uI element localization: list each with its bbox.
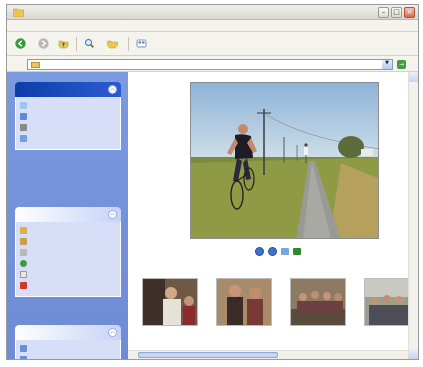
rename-icon xyxy=(20,227,27,234)
thumbnail-image xyxy=(290,278,346,326)
thumbnail-strip xyxy=(142,278,418,348)
task-item[interactable] xyxy=(20,134,116,142)
forward-button[interactable] xyxy=(36,36,51,52)
panel-body xyxy=(15,222,121,297)
order-prints-icon xyxy=(20,113,27,120)
menu-bar xyxy=(7,20,418,32)
task-item[interactable] xyxy=(20,270,116,278)
title-bar[interactable]: – □ × xyxy=(7,5,418,20)
back-arrow-icon xyxy=(15,38,26,49)
file-tasks-header[interactable]: ︿ xyxy=(15,207,121,222)
search-button[interactable] xyxy=(82,36,100,52)
task-item[interactable] xyxy=(20,226,116,234)
minimize-button[interactable]: – xyxy=(378,7,389,18)
next-image-button[interactable] xyxy=(268,247,277,256)
task-item[interactable] xyxy=(20,112,116,120)
print-icon xyxy=(20,124,27,131)
maximize-button[interactable]: □ xyxy=(391,7,402,18)
details-item xyxy=(20,355,116,359)
close-button[interactable]: × xyxy=(404,7,415,18)
panel-body xyxy=(15,97,121,150)
preview-image xyxy=(190,82,379,239)
forward-arrow-icon xyxy=(38,38,49,49)
task-item[interactable] xyxy=(20,237,116,245)
folders-button[interactable] xyxy=(105,36,123,52)
slideshow-icon xyxy=(20,102,27,109)
file-tasks-panel: ︿ xyxy=(15,207,121,297)
folder-icon xyxy=(31,62,40,68)
task-item[interactable] xyxy=(20,101,116,109)
picture-tasks-panel: ︿ xyxy=(15,82,121,150)
thumbnail[interactable] xyxy=(142,278,198,333)
previous-image-button[interactable] xyxy=(255,247,264,256)
task-item[interactable] xyxy=(20,248,116,256)
panel-body xyxy=(15,340,121,359)
preview-controls xyxy=(255,247,301,256)
move-icon xyxy=(20,238,27,245)
task-pane: ︿ ︿ ︿ xyxy=(7,72,128,359)
rotate-right-icon[interactable] xyxy=(293,248,301,255)
folder-icon xyxy=(13,8,24,17)
task-item[interactable] xyxy=(20,123,116,131)
chevron-up-icon[interactable]: ︿ xyxy=(108,328,117,337)
delete-icon xyxy=(20,282,27,289)
details-panel: ︿ xyxy=(15,325,121,359)
address-input[interactable]: ▼ xyxy=(27,59,393,70)
publish-web-icon xyxy=(20,260,27,267)
chevron-up-icon[interactable]: ︿ xyxy=(108,210,117,219)
views-icon xyxy=(136,39,147,48)
details-item xyxy=(20,344,116,352)
go-button[interactable]: → xyxy=(397,59,418,70)
toolbar-separator xyxy=(128,36,129,51)
explorer-window: – □ × ▼ → ︿ ︿ ︿ xyxy=(6,4,419,360)
picture-tasks-header[interactable]: ︿ xyxy=(15,82,121,97)
scrollbar-thumb[interactable] xyxy=(138,352,278,358)
up-folder-button[interactable] xyxy=(56,36,71,52)
thumbnail-image xyxy=(216,278,272,326)
thumbnail[interactable] xyxy=(216,278,272,333)
chevron-up-icon[interactable]: ︿ xyxy=(108,85,117,94)
rotate-left-icon[interactable] xyxy=(281,248,289,255)
thumbnail-image xyxy=(142,278,198,326)
image-file-icon xyxy=(20,356,27,359)
thumbnail[interactable] xyxy=(290,278,346,333)
image-file-icon xyxy=(20,345,27,352)
details-header[interactable]: ︿ xyxy=(15,325,121,340)
toolbar-separator xyxy=(76,36,77,51)
copy-icon xyxy=(20,249,27,256)
horizontal-scrollbar[interactable] xyxy=(128,350,408,359)
folders-icon xyxy=(107,40,118,49)
toolbar xyxy=(7,32,418,56)
scroll-up-button[interactable] xyxy=(409,72,418,82)
back-button[interactable] xyxy=(13,36,31,52)
task-item[interactable] xyxy=(20,259,116,267)
chevron-down-icon[interactable]: ▼ xyxy=(382,60,392,69)
vertical-scrollbar[interactable] xyxy=(408,72,418,359)
folder-up-icon xyxy=(58,40,69,49)
address-bar: ▼ → xyxy=(7,56,418,72)
scroll-down-button[interactable] xyxy=(409,349,418,359)
views-button[interactable] xyxy=(134,36,149,52)
file-view xyxy=(128,72,418,359)
cyclist-photo xyxy=(191,83,378,238)
go-arrow-icon: → xyxy=(397,60,406,69)
task-item[interactable] xyxy=(20,281,116,289)
search-icon xyxy=(85,39,95,49)
desktop-background-icon xyxy=(20,135,27,142)
email-icon xyxy=(20,271,27,278)
